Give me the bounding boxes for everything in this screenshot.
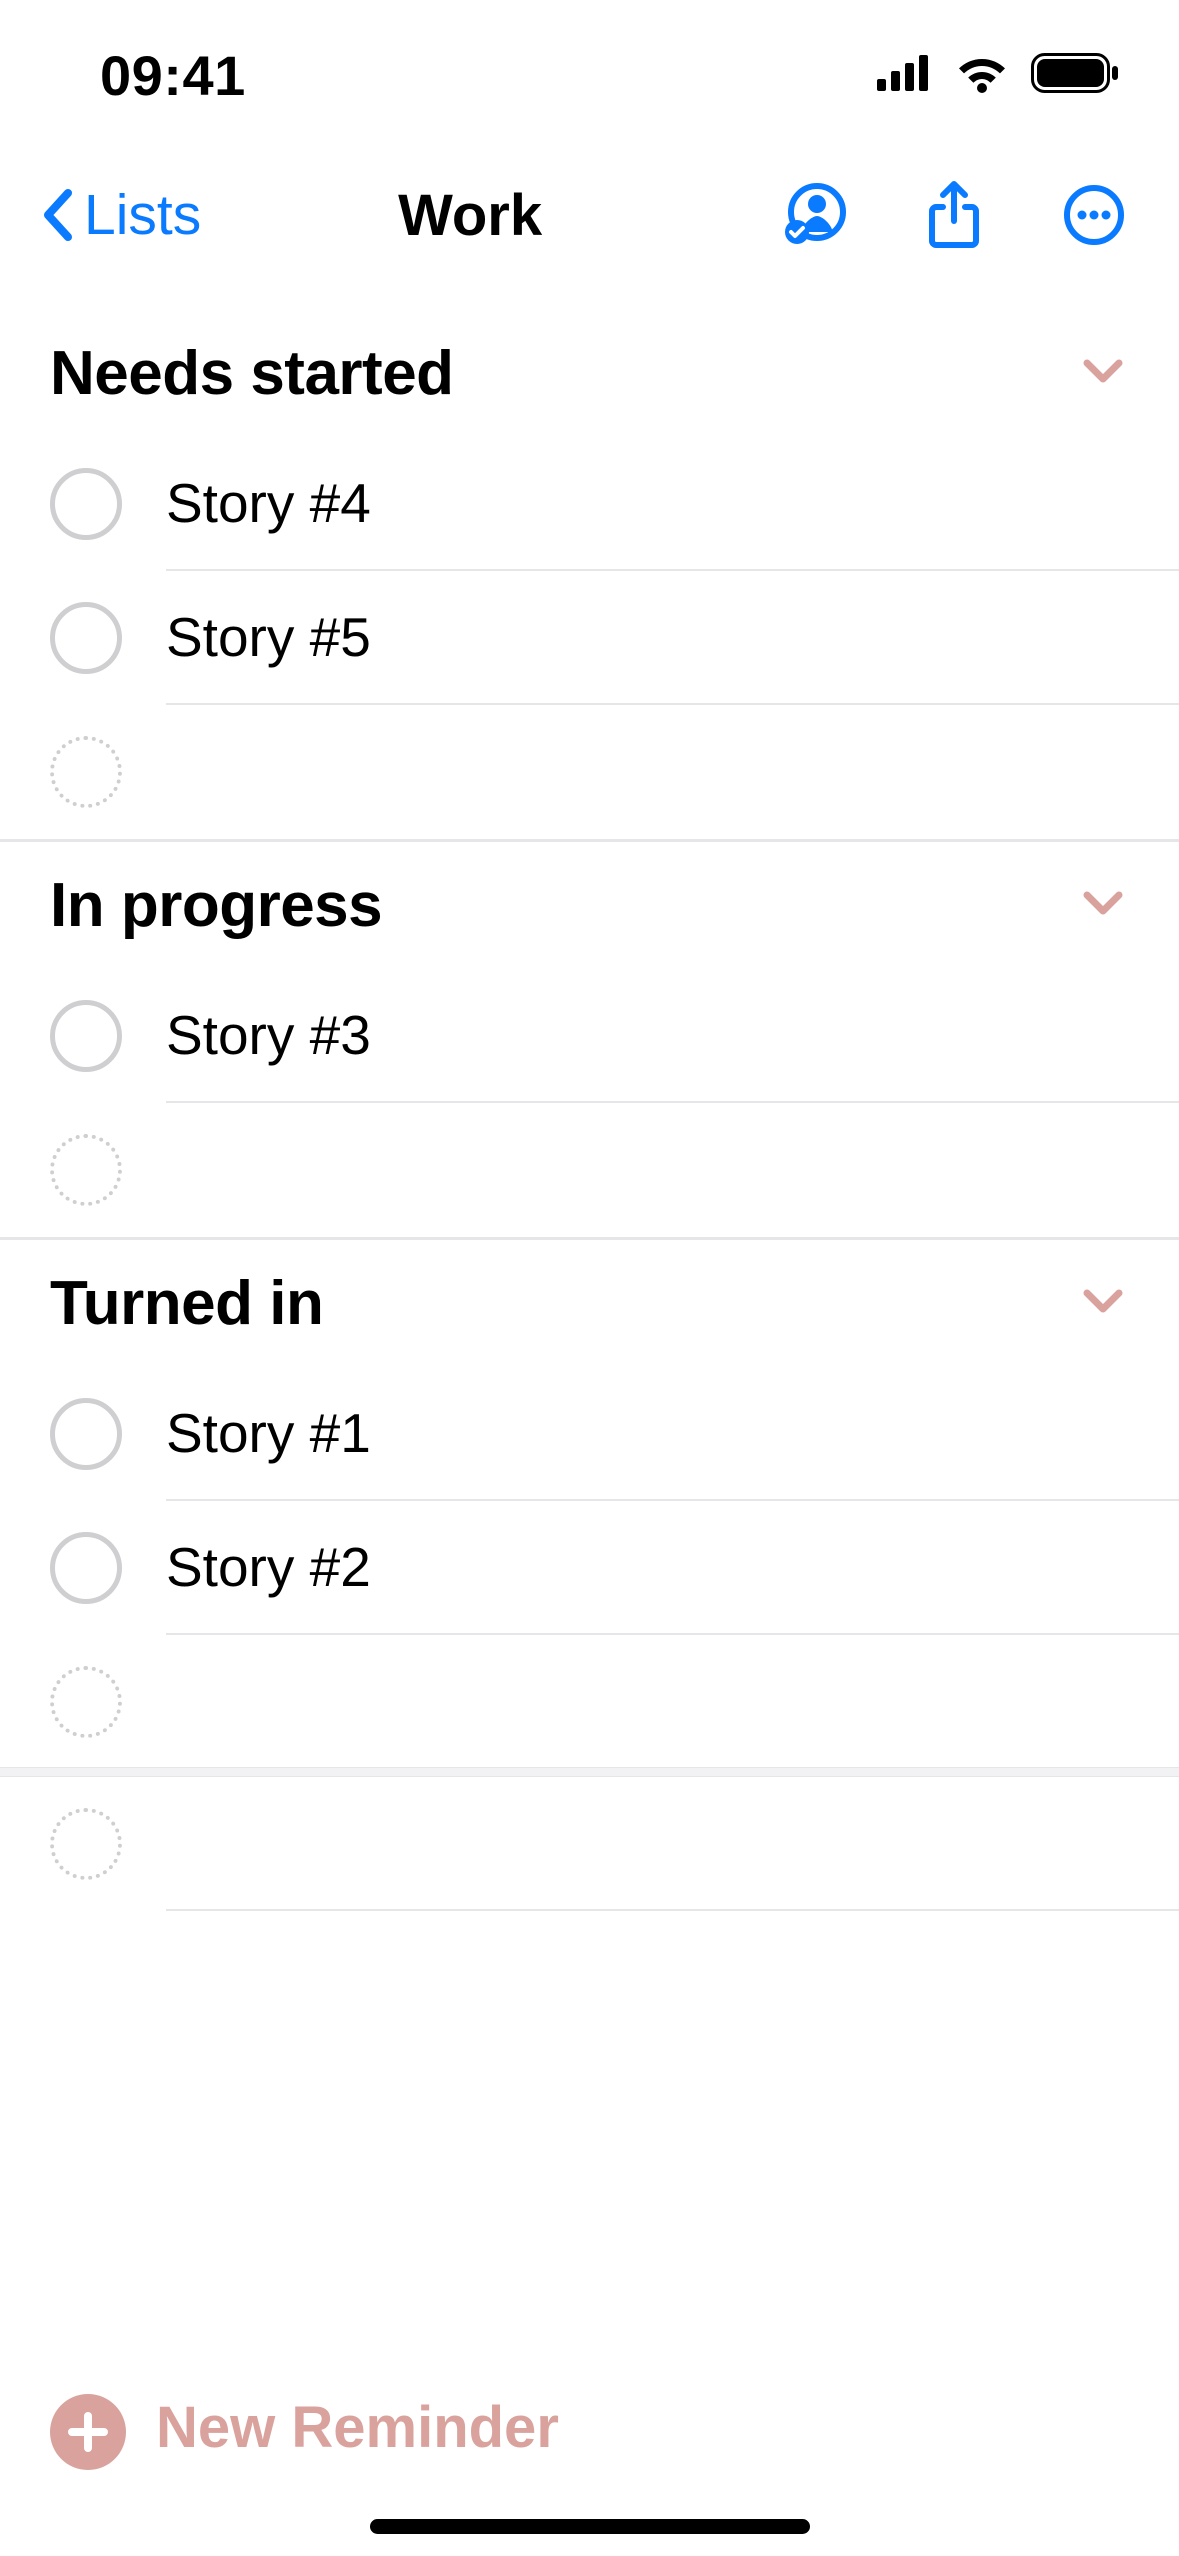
reminder-row[interactable]: Story #3 [0,969,1179,1103]
plus-icon [66,2410,110,2454]
list-content: Needs started Story #4 Story #5 In [0,280,1179,1911]
wifi-icon [955,53,1009,98]
add-placeholder-icon [50,736,122,808]
section-needs-started: Needs started Story #4 Story #5 [0,310,1179,839]
add-placeholder-icon [50,1134,122,1206]
share-icon [925,179,983,251]
add-item-row[interactable] [0,705,1179,839]
section-in-progress: In progress Story #3 [0,842,1179,1237]
section-title: Turned in [50,1268,323,1339]
ellipsis-circle-icon [1063,184,1125,246]
complete-toggle[interactable] [50,1000,122,1072]
section-header[interactable]: Needs started [0,310,1179,437]
reminder-title: Story #4 [166,471,371,535]
section-title: Needs started [50,338,454,409]
reminder-row[interactable]: Story #1 [0,1367,1179,1501]
complete-toggle[interactable] [50,1398,122,1470]
section-header[interactable]: In progress [0,842,1179,969]
more-button[interactable] [1059,180,1129,250]
person-share-icon [781,182,847,248]
section-header[interactable]: Turned in [0,1240,1179,1367]
status-bar: 09:41 [0,0,1179,150]
new-reminder-label[interactable]: New Reminder [156,2394,559,2461]
reminder-title: Story #2 [166,1535,371,1599]
chevron-down-icon [1081,1287,1125,1320]
reminder-row[interactable]: Story #4 [0,437,1179,571]
section-title: In progress [50,870,382,941]
chevron-left-icon [40,187,76,243]
add-placeholder-icon [50,1808,122,1880]
reminder-title: Story #3 [166,1003,371,1067]
complete-toggle[interactable] [50,468,122,540]
reminder-row[interactable]: Story #2 [0,1501,1179,1635]
section-turned-in: Turned in Story #1 Story #2 [0,1240,1179,1769]
collaborate-button[interactable] [779,180,849,250]
home-indicator[interactable] [370,2519,810,2534]
cellular-icon [877,55,933,96]
add-item-row[interactable] [0,1103,1179,1237]
battery-icon [1031,53,1119,98]
reminder-title: Story #1 [166,1401,371,1465]
status-indicators [877,53,1119,98]
new-reminder-button[interactable] [50,2394,126,2470]
reminder-row[interactable]: Story #5 [0,571,1179,705]
status-time: 09:41 [100,43,246,108]
add-item-row[interactable] [0,1635,1179,1769]
complete-toggle[interactable] [50,1532,122,1604]
reminder-title: Story #5 [166,605,371,669]
page-title: Work [161,182,779,249]
chevron-down-icon [1081,357,1125,390]
nav-bar: Lists Work [0,150,1179,280]
chevron-down-icon [1081,889,1125,922]
add-placeholder-icon [50,1666,122,1738]
complete-toggle[interactable] [50,602,122,674]
share-button[interactable] [919,180,989,250]
add-item-row[interactable] [0,1777,1179,1911]
